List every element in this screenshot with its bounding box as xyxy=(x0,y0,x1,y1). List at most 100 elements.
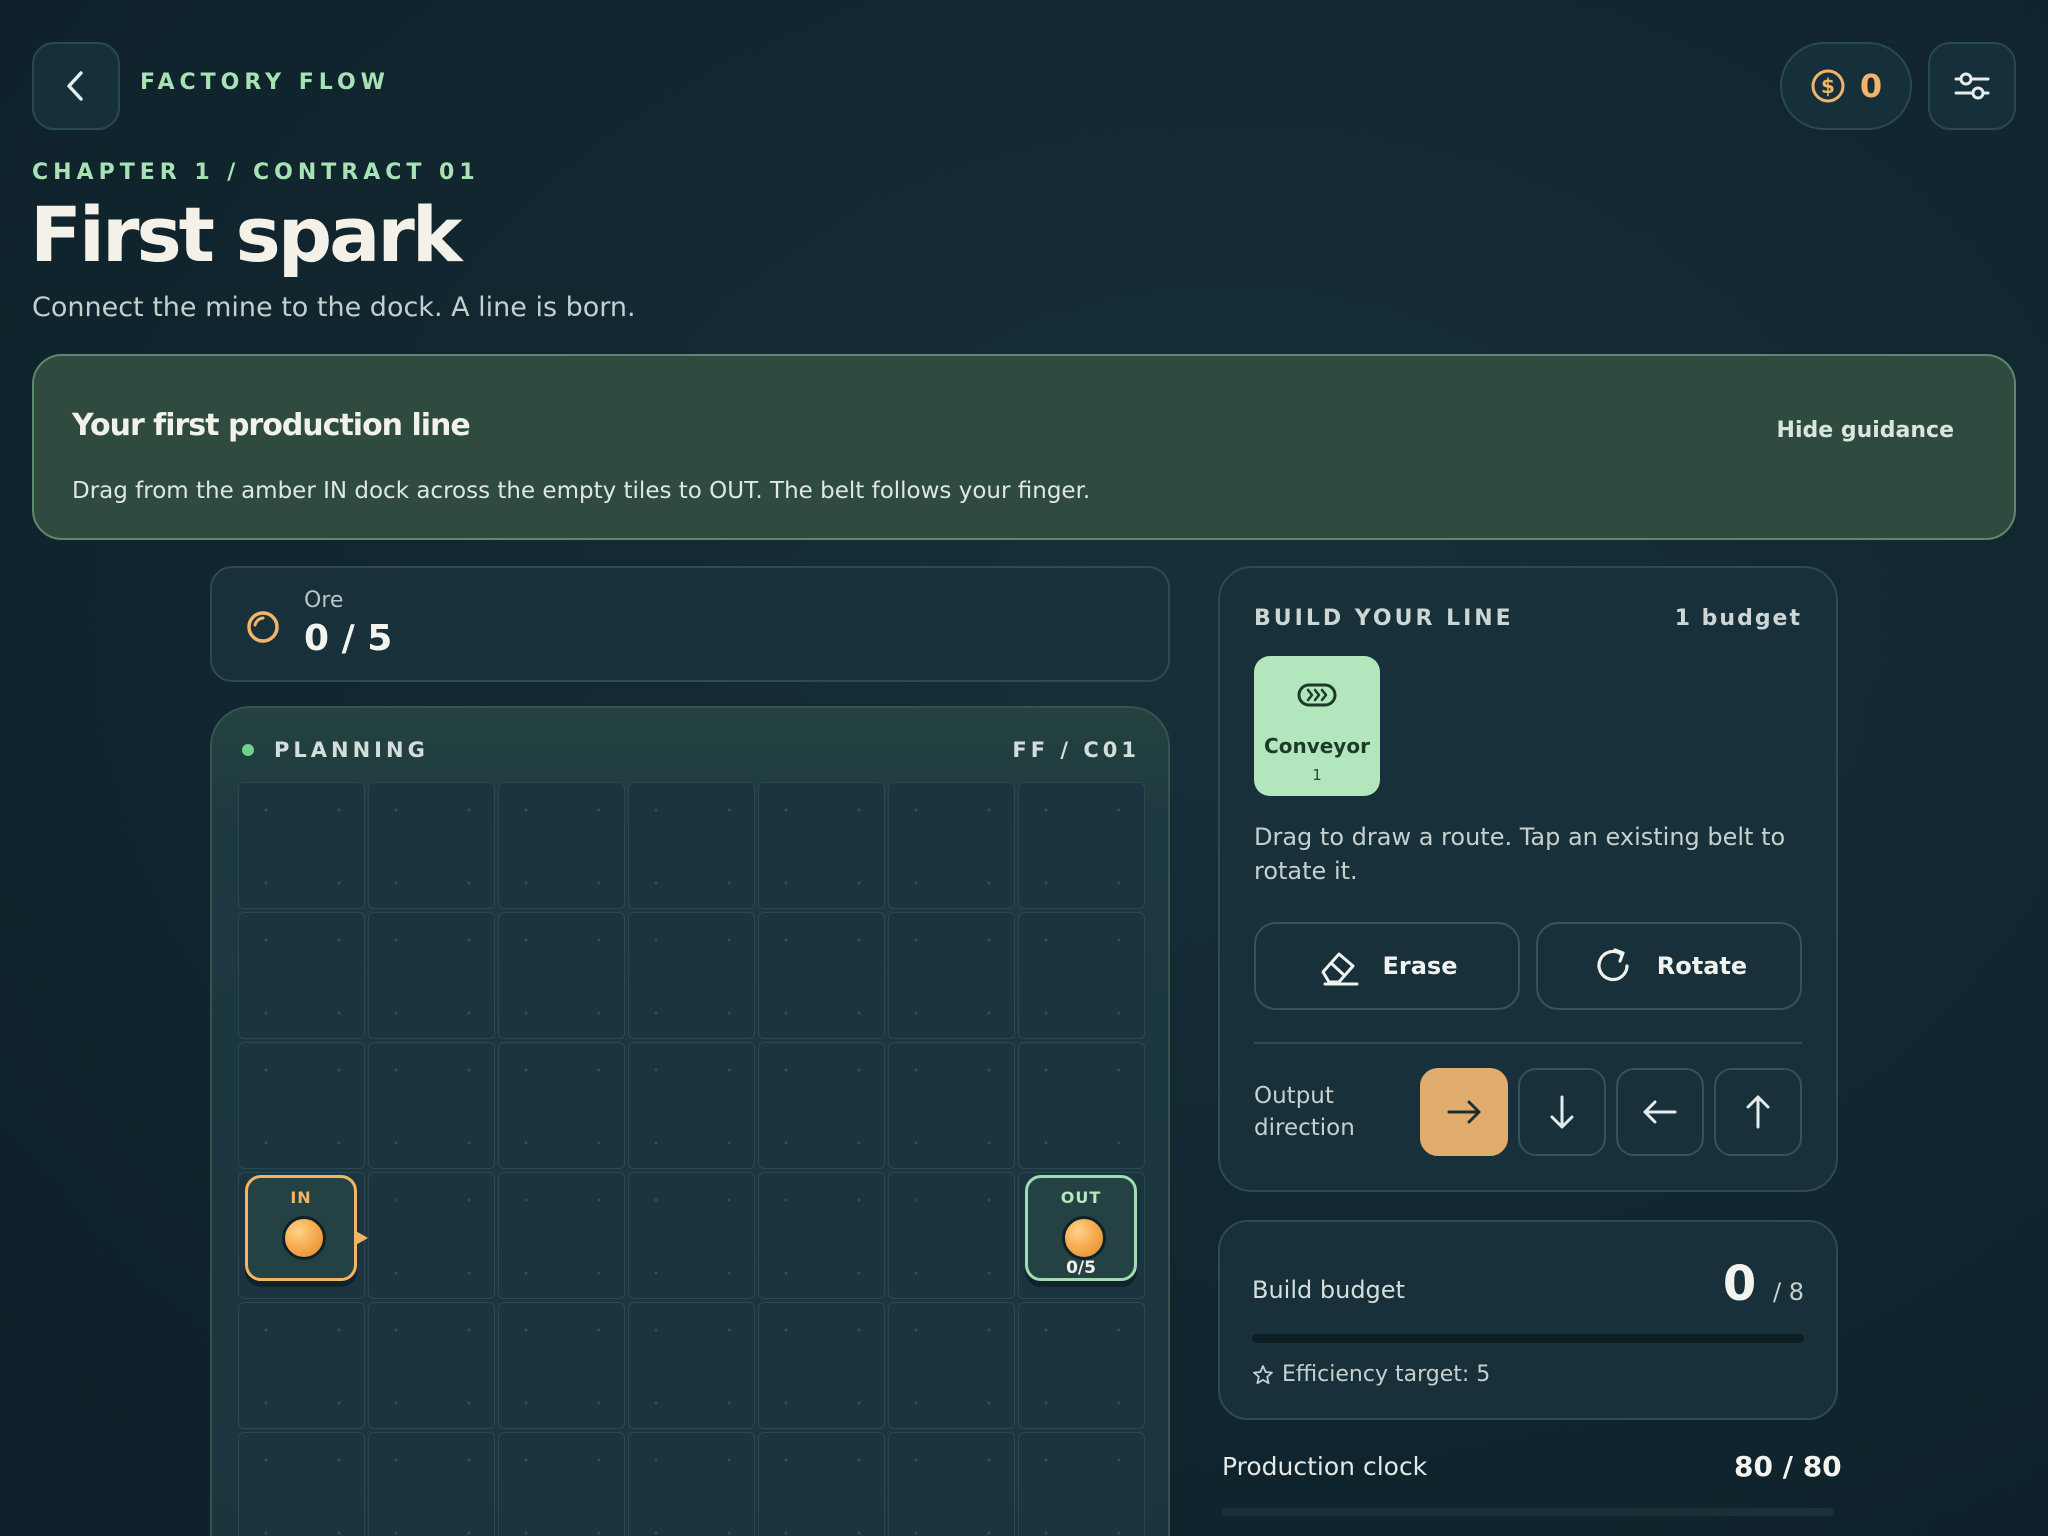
level-title: First spark xyxy=(30,190,462,279)
grid-tile[interactable]: IN xyxy=(238,1172,368,1299)
sliders-icon xyxy=(1954,72,1990,100)
grid-tile[interactable] xyxy=(238,1432,365,1536)
arrow-up-icon xyxy=(1746,1095,1770,1129)
grid-tile[interactable] xyxy=(368,1302,495,1429)
direction-left-button[interactable] xyxy=(1616,1068,1704,1156)
arrow-left-icon xyxy=(1643,1100,1677,1124)
hide-guidance-button[interactable]: Hide guidance xyxy=(1777,418,1954,443)
grid-tile[interactable] xyxy=(498,782,625,909)
guidance-panel: Your first production line Hide guidance… xyxy=(32,354,2016,540)
grid-tile[interactable] xyxy=(368,1432,495,1536)
direction-up-button[interactable] xyxy=(1714,1068,1802,1156)
grid-tile[interactable] xyxy=(238,912,365,1039)
grid-tile[interactable] xyxy=(1018,1042,1145,1169)
grid-tile[interactable] xyxy=(628,1172,755,1299)
settings-button[interactable] xyxy=(1928,42,2016,130)
grid-tile[interactable] xyxy=(628,912,755,1039)
rotate-icon xyxy=(1597,948,1629,982)
rotate-label: Rotate xyxy=(1656,952,1748,980)
production-clock-value: 80 / 80 xyxy=(1734,1450,1842,1483)
ore-label: Ore xyxy=(304,588,344,613)
tool-count: 1 xyxy=(1312,766,1322,784)
grid-tile[interactable] xyxy=(758,782,885,909)
guidance-text: Drag from the amber IN dock across the e… xyxy=(72,478,1091,504)
out-dock[interactable]: OUT 0/5 xyxy=(1025,1175,1137,1281)
conveyor-tool[interactable]: Conveyor 1 xyxy=(1254,656,1380,796)
output-arrow-icon xyxy=(354,1230,368,1246)
output-direction-label: Output direction xyxy=(1254,1083,1355,1141)
in-dock[interactable]: IN xyxy=(245,1175,368,1281)
eraser-icon xyxy=(1321,952,1358,986)
grid-tile[interactable] xyxy=(498,1172,625,1299)
coin-balance: $ 0 xyxy=(1780,42,1912,130)
grid-tile[interactable] xyxy=(1018,782,1145,909)
build-hint: Drag to draw a route. Tap an existing be… xyxy=(1254,823,1786,885)
grid-tile[interactable] xyxy=(888,1302,1015,1429)
chapter-label: CHAPTER 1 / CONTRACT 01 xyxy=(32,160,480,185)
grid-tile[interactable] xyxy=(888,912,1015,1039)
grid-tile[interactable] xyxy=(888,1042,1015,1169)
production-clock-label: Production clock xyxy=(1222,1452,1428,1481)
grid-tile[interactable] xyxy=(1018,912,1145,1039)
direction-right-button[interactable] xyxy=(1420,1068,1508,1156)
budget-bar xyxy=(1252,1334,1804,1343)
in-dock-label: IN xyxy=(290,1188,312,1207)
build-panel: BUILD YOUR LINE 1 budget Conveyor 1 Drag… xyxy=(1218,566,1838,1192)
board-status: PLANNING xyxy=(274,738,429,762)
tool-budget: 1 budget xyxy=(1674,606,1802,631)
grid-tile[interactable] xyxy=(498,1302,625,1429)
grid-tile[interactable] xyxy=(498,1432,625,1536)
grid-tile[interactable] xyxy=(368,782,495,909)
grid-tile[interactable]: OUT 0/5 xyxy=(1018,1172,1145,1299)
production-clock-bar xyxy=(1222,1508,1834,1516)
grid-tile[interactable] xyxy=(238,1042,365,1169)
rotate-button[interactable]: Rotate xyxy=(1536,922,1802,1010)
status-dot xyxy=(242,744,254,756)
conveyor-icon xyxy=(1297,683,1337,707)
grid-tile[interactable] xyxy=(238,782,365,909)
level-subtitle: Connect the mine to the dock. A line is … xyxy=(32,292,636,323)
efficiency-target: Efficiency target: 5 xyxy=(1252,1362,1490,1387)
svg-text:$: $ xyxy=(1821,74,1835,98)
direction-down-button[interactable] xyxy=(1518,1068,1606,1156)
panel-divider xyxy=(1254,1042,1802,1044)
chevron-left-icon xyxy=(67,71,83,101)
grid-tile[interactable] xyxy=(1018,1302,1145,1429)
grid-tile[interactable] xyxy=(758,912,885,1039)
ore-orb-icon xyxy=(282,1216,326,1260)
grid-tile[interactable] xyxy=(498,1042,625,1169)
factory-board: PLANNING FF / C01 IN OUT 0/5 xyxy=(210,706,1170,1536)
grid-tile[interactable] xyxy=(888,1432,1015,1536)
grid-tile[interactable] xyxy=(758,1302,885,1429)
grid-tile[interactable] xyxy=(758,1172,885,1299)
production-clock-fill xyxy=(1222,1508,1834,1516)
grid-tile[interactable] xyxy=(888,1172,1015,1299)
ore-progress-card: Ore 0 / 5 xyxy=(210,566,1170,682)
back-button[interactable] xyxy=(32,42,120,130)
grid-tile[interactable] xyxy=(238,1302,365,1429)
grid-tile[interactable] xyxy=(628,1432,755,1536)
grid-tile[interactable] xyxy=(758,1432,885,1536)
erase-button[interactable]: Erase xyxy=(1254,922,1520,1010)
grid-tile[interactable] xyxy=(368,912,495,1039)
dollar-coin-icon: $ xyxy=(1811,69,1845,103)
star-icon xyxy=(1253,1364,1273,1384)
coin-count: 0 xyxy=(1859,67,1883,105)
grid-tile[interactable] xyxy=(628,1042,755,1169)
board-code: FF / C01 xyxy=(1012,738,1140,762)
grid-tile[interactable] xyxy=(758,1042,885,1169)
grid-tile[interactable] xyxy=(368,1042,495,1169)
grid-tile[interactable] xyxy=(888,782,1015,909)
grid-tile[interactable] xyxy=(498,912,625,1039)
budget-value: 0 / 8 xyxy=(1723,1256,1804,1312)
ore-icon xyxy=(247,611,279,643)
build-heading: BUILD YOUR LINE xyxy=(1254,606,1514,631)
erase-label: Erase xyxy=(1382,952,1458,980)
build-budget-card: Build budget 0 / 8 Efficiency target: 5 xyxy=(1218,1220,1838,1420)
grid-tile[interactable] xyxy=(1018,1432,1145,1536)
grid-tile[interactable] xyxy=(628,782,755,909)
grid-tile[interactable] xyxy=(368,1172,495,1299)
grid-tile[interactable] xyxy=(628,1302,755,1429)
app-brand: FACTORY FLOW xyxy=(140,70,390,95)
ore-orb-icon xyxy=(1062,1216,1106,1260)
